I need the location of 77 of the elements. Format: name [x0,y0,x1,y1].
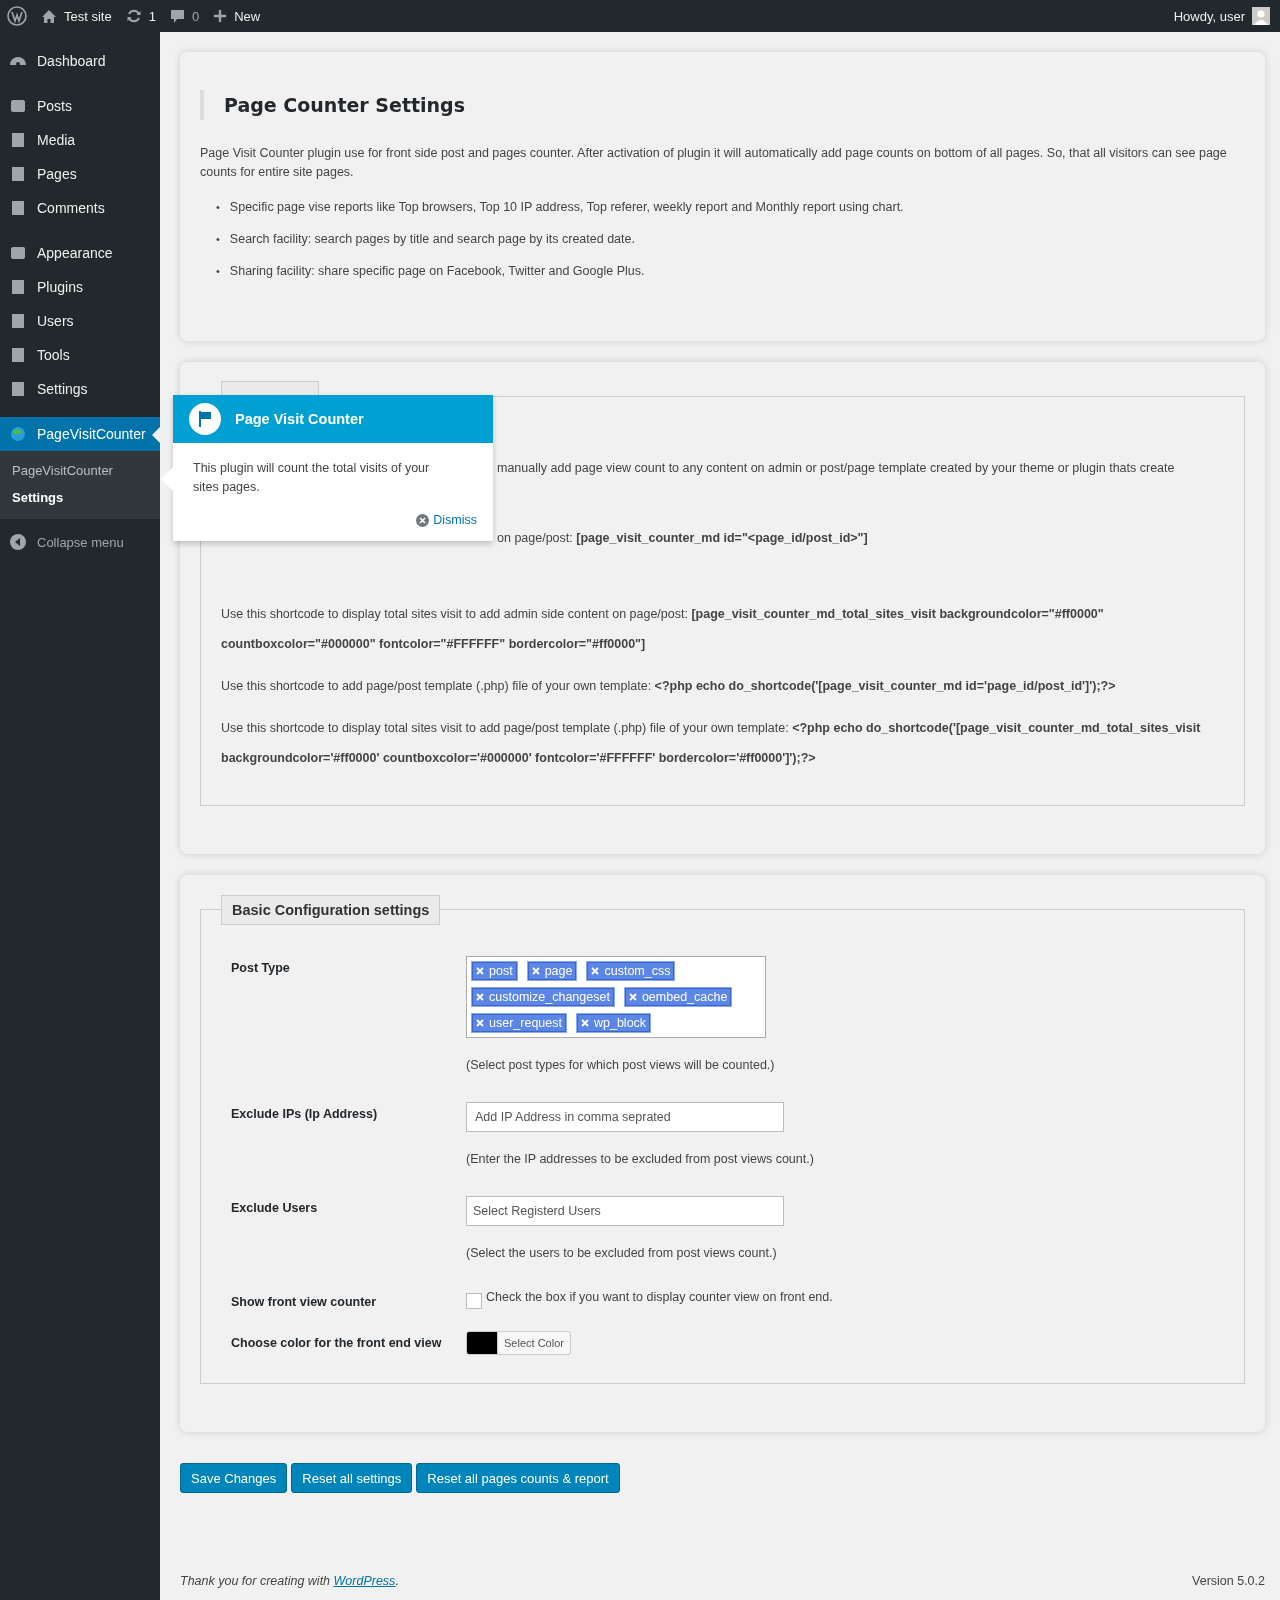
account-link[interactable]: Howdy, user [1173,7,1270,25]
field-label: Show front view counter [230,1294,378,1309]
pointer-title: Page Visit Counter [235,411,364,427]
users-select-field[interactable]: Select Registerd Users [466,1196,784,1226]
menu-item[interactable]: Appearance [0,236,160,270]
menu-item[interactable]: Pages [0,157,160,191]
menu-item[interactable]: Users [0,304,160,338]
field-label: Exclude Users [230,1200,319,1217]
pointer-text: This plugin will count the total visits of your sites pages. [193,460,431,496]
submenu-item[interactable]: Settings [0,484,160,511]
shortcode-text: Use this shortcode to display total sites visit to add admin side content on page/post: [page_visit_counter_md_total_sites_visit backgroundcolor="#ff0000" countboxcolor="#000000" fontcolor="#FFFFFF" bordercolor="#ff0000"] [221,606,1105,653]
dismiss-link[interactable]: Dismiss [416,513,477,527]
field-hint: (Select post types for which post views will be counted.) [466,1058,775,1072]
field-label: Choose color for the front end view [230,1335,443,1352]
remove-icon[interactable] [476,967,484,975]
bullet: • [216,232,220,247]
footer-text: Thank you for creating with WordPress. [180,1574,399,1588]
feature-item: Search facility: search pages by title and search page by its created date. [229,232,635,247]
post-type-tag[interactable]: post [471,961,518,981]
remove-icon[interactable] [628,993,637,1001]
shortcode-text: manually add page view count to any content on admin or post/page template created by your theme or plugin thats create [497,460,1176,477]
shortcode-text: Use this shortcode to display total sites visit to add page/post template (.php) file of your own template: <?php echo do_shortcode('[page_visit_counter_md_total_sites_visit backgroundcolor='#ff0000' countboxcolor='#000000' fontcolor='#FFFFFF' bordercolor='#ff0000']');?> [221,720,1202,767]
field-hint: (Enter the IP addresses to be excluded from post views count.) [466,1152,814,1166]
action-button[interactable]: Reset all pages counts & report [416,1463,620,1493]
remove-icon[interactable] [591,967,600,975]
refresh-icon [125,8,142,24]
ip-address-field[interactable]: Add IP Address in comma seprated [466,1102,784,1132]
close-icon [416,513,430,527]
post-type-tag[interactable]: wp_block [575,1013,652,1033]
collapse-menu-button[interactable]: Collapse menu [0,525,160,559]
menu-item[interactable]: Dashboard [0,44,160,78]
plugin-description: Page Visit Counter plugin use for front side post and pages counter. After activation of plugin it will automatically add page counts on bottom of all pages. So, that all visitors can see page counts for entire site pages. [200,145,1228,181]
post-type-tag[interactable]: custom_css [586,961,676,981]
menu-item[interactable]: Plugins [0,270,160,304]
checkbox-label: Check the box if you want to display counter view on front end. [486,1290,833,1304]
shortcode-text: on page/post: [page_visit_counter_md id="<page_id/post_id>"] [497,530,869,547]
wordpress-logo-icon[interactable] [7,6,27,26]
field-hint: (Select the users to be excluded from post views count.) [466,1246,778,1260]
checkbox[interactable] [466,1293,482,1309]
plus-icon [213,9,228,23]
field-label: Exclude IPs (Ip Address) [230,1106,379,1123]
new-link[interactable]: New [213,8,261,24]
feature-item: Sharing facility: share specific page on Facebook, Twitter and Google Plus. [229,264,645,279]
page-title: Page Counter Settings [200,90,1245,120]
flag-icon [189,403,221,435]
remove-icon[interactable] [531,967,540,975]
bullet: • [216,264,220,279]
menu-item[interactable]: Settings [0,372,160,406]
menu-item[interactable]: Comments [0,191,160,225]
post-type-tag[interactable]: page [526,961,578,981]
menu-item[interactable]: Tools [0,338,160,372]
post-type-tag[interactable]: oembed_cache [623,987,733,1007]
post-type-tag[interactable]: customize_changeset [471,987,615,1007]
color-picker-button[interactable]: Select Color [466,1331,571,1355]
bullet: • [216,200,220,215]
remove-icon[interactable] [476,1019,484,1027]
comments-link[interactable]: 0 [169,8,200,24]
menu-item[interactable]: Posts [0,89,160,123]
menu-item[interactable]: PageVisitCounter [0,417,160,451]
shortcode-text: Use this shortcode to add page/post template (.php) file of your own template: <?php echo do_shortcode('[page_visit_counter_md id='page_id/post_id']');?> [221,678,1117,695]
menu-item[interactable]: Media [0,123,160,157]
version-text: Version 5.0.2 [1192,1574,1265,1588]
site-link[interactable]: Test site [41,8,112,24]
remove-icon[interactable] [580,1019,589,1027]
action-button[interactable]: Save Changes [180,1463,288,1493]
action-button[interactable]: Reset all settings [291,1463,413,1493]
globe-icon [9,425,27,443]
section-legend: Basic Configuration settings [221,895,441,925]
field-label: Post Type [230,960,291,977]
remove-icon[interactable] [476,993,484,1001]
submenu-item[interactable]: PageVisitCounter [0,457,160,484]
post-type-tag[interactable]: user_request [471,1013,567,1033]
post-type-select[interactable]: post page custom_css customize_changeset oembed_cache user_request wp_block [466,956,766,1038]
updates-link[interactable]: 1 [125,8,156,24]
feature-item: Specific page vise reports like Top browsers, Top 10 IP address, Top referer, weekly report and Monthly report using chart. [229,200,904,215]
home-icon [41,8,57,24]
avatar-icon [1252,7,1270,25]
